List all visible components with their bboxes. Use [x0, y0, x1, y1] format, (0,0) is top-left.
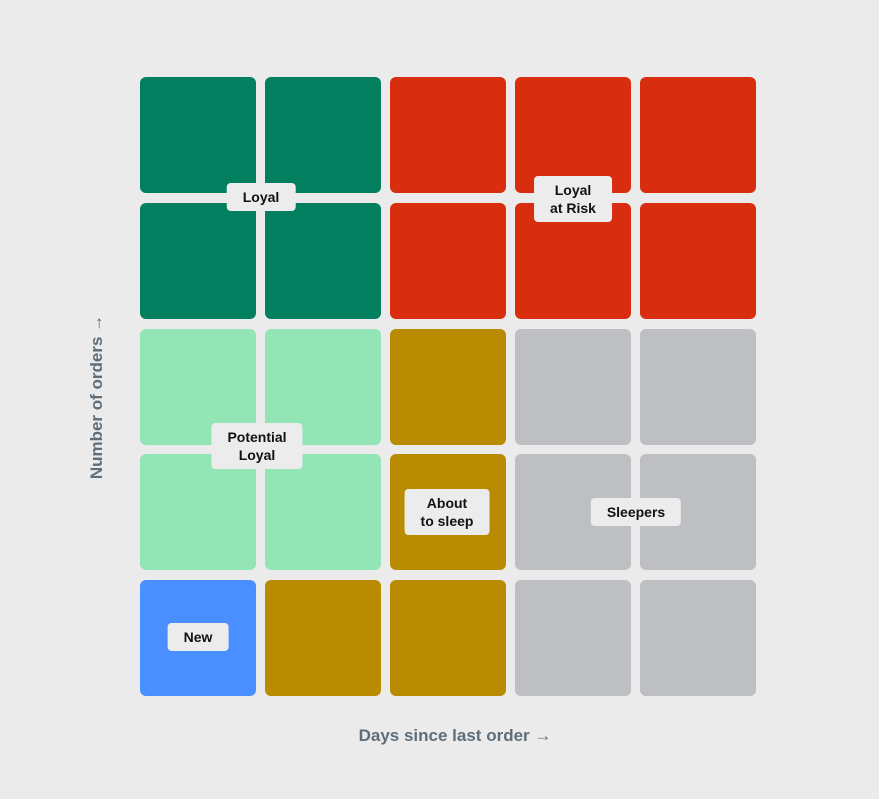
segment-label-sleepers: Sleepers [590, 498, 682, 526]
grid-cell-at-risk [390, 77, 506, 193]
grid-cell-sleepers [640, 580, 756, 696]
segment-label-new: New [167, 623, 229, 651]
grid-cell-at-risk [390, 203, 506, 319]
grid-cell-sleepers [515, 580, 631, 696]
grid-cell-sleep [390, 580, 506, 696]
grid-cell-potential [265, 454, 381, 570]
grid-cell-sleep [390, 329, 506, 445]
grid-cell-loyal [140, 203, 256, 319]
segment-label-about-to-sleep: About to sleep [404, 489, 490, 535]
grid-cell-potential [140, 454, 256, 570]
y-axis-label: Number of orders → [87, 314, 106, 480]
grid-cell-sleep [265, 580, 381, 696]
x-axis-label: Days since last order → [358, 726, 552, 745]
grid-cell-loyal [140, 77, 256, 193]
grid-cell-sleepers [515, 329, 631, 445]
grid-cell-at-risk [640, 203, 756, 319]
grid-cell-loyal [265, 203, 381, 319]
grid-cell-sleepers [640, 329, 756, 445]
grid-cell-loyal [265, 77, 381, 193]
segment-label-loyal-at-risk: Loyal at Risk [534, 176, 612, 222]
grid-cell-at-risk [640, 77, 756, 193]
segment-label-potential-loyal: Potential Loyal [211, 423, 303, 469]
segment-label-loyal: Loyal [226, 183, 296, 211]
